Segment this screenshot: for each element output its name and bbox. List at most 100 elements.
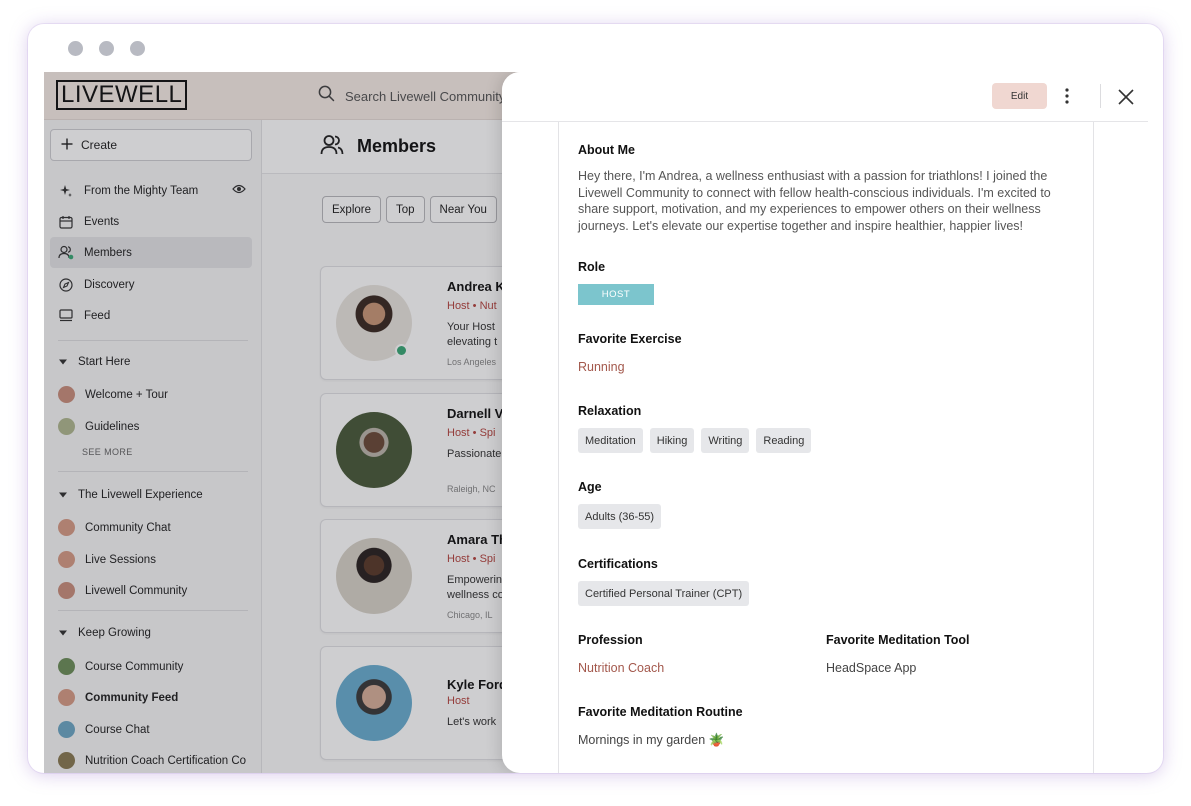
member-description: Let's work (447, 716, 497, 728)
sidebar-item-label: Live Sessions (85, 553, 156, 566)
sidebar-item-label: Members (84, 246, 132, 259)
relaxation-tag: Meditation (578, 428, 643, 453)
profile-content: About Me Hey there, I'm Andrea, a wellne… (558, 122, 1094, 773)
caret-down-icon (58, 356, 68, 368)
eye-icon[interactable] (232, 184, 246, 197)
caret-down-icon (58, 627, 68, 639)
window-dot-maximize[interactable] (130, 41, 145, 56)
app-window: LIVEWELL Search Livewell Community Creat… (44, 72, 1148, 773)
see-more-link[interactable]: SEE MORE (82, 447, 133, 457)
sidebar-item-live-sessions[interactable]: Live Sessions (50, 544, 252, 575)
filter-top[interactable]: Top (386, 196, 425, 223)
window-dot-close[interactable] (68, 41, 83, 56)
member-description: Empowerin wellness co (447, 574, 504, 601)
sidebar-item-label: Feed (84, 309, 111, 322)
space-avatar (58, 386, 75, 403)
feed-icon (58, 308, 74, 324)
member-name[interactable]: Darnell V (447, 406, 503, 421)
section-header-livewell-experience[interactable]: The Livewell Experience (58, 485, 203, 505)
compass-icon (58, 277, 74, 293)
relaxation-tag: Reading (756, 428, 812, 453)
sidebar-item-label: Community Chat (85, 521, 171, 534)
favorite-exercise-label: Favorite Exercise (578, 332, 682, 346)
profession-value[interactable]: Nutrition Coach (578, 661, 664, 675)
sidebar-item-label: Course Chat (85, 723, 150, 736)
sidebar-item-label: Nutrition Coach Certification Co (85, 754, 247, 767)
section-title: The Livewell Experience (78, 489, 203, 501)
space-avatar (58, 519, 75, 536)
about-me-label: About Me (578, 143, 635, 157)
avatar (336, 665, 412, 741)
filter-near-you[interactable]: Near You (429, 196, 497, 223)
certification-tags: Certified Personal Trainer (CPT) (578, 581, 750, 606)
member-description: Passionate (447, 448, 502, 460)
sidebar-item-label: Livewell Community (85, 584, 188, 597)
favorite-exercise-value[interactable]: Running (578, 360, 625, 374)
sidebar-item-feed[interactable]: Feed (50, 300, 252, 331)
create-label: Create (81, 138, 118, 152)
profile-panel-header: Edit (502, 72, 1148, 122)
member-name[interactable]: Kyle Ford (447, 677, 507, 692)
section-header-start-here[interactable]: Start Here (58, 352, 130, 372)
member-location: Chicago, IL (447, 610, 493, 620)
member-description: Your Host elevating t (447, 321, 498, 348)
livewell-logo[interactable]: LIVEWELL (56, 80, 188, 110)
space-avatar (58, 582, 75, 599)
role-badge: HOST (578, 284, 654, 305)
create-button[interactable]: Create (50, 129, 252, 161)
space-avatar (58, 551, 75, 568)
calendar-icon (58, 214, 74, 230)
caret-down-icon (58, 489, 68, 501)
sidebar-item-welcome-tour[interactable]: Welcome + Tour (50, 379, 252, 410)
member-role: Host • Spi (447, 427, 496, 439)
space-avatar (58, 658, 75, 675)
sidebar-item-label: Events (84, 215, 120, 228)
members-filter-tabs: Explore Top Near You (322, 196, 497, 223)
sidebar-item-community-chat[interactable]: Community Chat (50, 512, 252, 543)
people-icon (320, 134, 344, 161)
edit-button[interactable]: Edit (992, 83, 1047, 109)
avatar (336, 538, 412, 614)
sidebar-item-livewell-community[interactable]: Livewell Community (50, 575, 252, 606)
relaxation-tag: Writing (701, 428, 750, 453)
member-role: Host (447, 695, 470, 707)
space-avatar (58, 752, 75, 769)
sidebar: Create From the Mighty Team Events Membe… (44, 120, 262, 773)
role-label: Role (578, 260, 606, 274)
relaxation-tag: Hiking (649, 428, 695, 453)
sidebar-item-community-feed[interactable]: Community Feed (50, 682, 252, 713)
member-name[interactable]: Andrea K (447, 279, 505, 294)
close-icon[interactable] (1116, 87, 1136, 107)
member-name[interactable]: Amara Th (447, 532, 507, 547)
relaxation-tags: Meditation Hiking Writing Reading (578, 428, 812, 453)
meditation-tool-label: Favorite Meditation Tool (826, 633, 970, 647)
avatar (336, 412, 412, 488)
sidebar-item-label: Discovery (84, 278, 135, 291)
sidebar-item-course-community[interactable]: Course Community (50, 651, 252, 682)
meditation-tool-value: HeadSpace App (826, 661, 917, 675)
page-title: Members (357, 136, 437, 156)
search-input[interactable]: Search Livewell Community (345, 89, 505, 104)
member-role: Host • Nut (447, 300, 497, 312)
filter-explore[interactable]: Explore (322, 196, 381, 223)
more-options-icon[interactable] (1059, 84, 1075, 108)
sidebar-item-nutrition-coach-certification[interactable]: Nutrition Coach Certification Co (50, 745, 252, 773)
certification-tag: Certified Personal Trainer (CPT) (578, 581, 750, 606)
profile-panel: Edit About Me Hey there, I'm Andrea, a w… (502, 72, 1148, 773)
sidebar-item-label: Community Feed (85, 691, 179, 704)
section-header-keep-growing[interactable]: Keep Growing (58, 623, 151, 643)
sidebar-item-course-chat[interactable]: Course Chat (50, 714, 252, 745)
sidebar-item-events[interactable]: Events (50, 206, 252, 237)
window-dot-minimize[interactable] (99, 41, 114, 56)
member-location: Raleigh, NC (447, 484, 496, 494)
sidebar-item-discovery[interactable]: Discovery (50, 269, 252, 300)
member-location: Los Angeles (447, 357, 497, 367)
sidebar-divider (58, 610, 248, 611)
sidebar-divider (58, 471, 248, 472)
sidebar-item-members[interactable]: Members (50, 237, 252, 268)
sidebar-item-label: Guidelines (85, 420, 140, 433)
meditation-routine-label: Favorite Meditation Routine (578, 705, 743, 719)
sidebar-item-guidelines[interactable]: Guidelines (50, 411, 252, 442)
sidebar-item-from-the-mighty-team[interactable]: From the Mighty Team (50, 175, 252, 206)
window-controls (68, 41, 145, 56)
